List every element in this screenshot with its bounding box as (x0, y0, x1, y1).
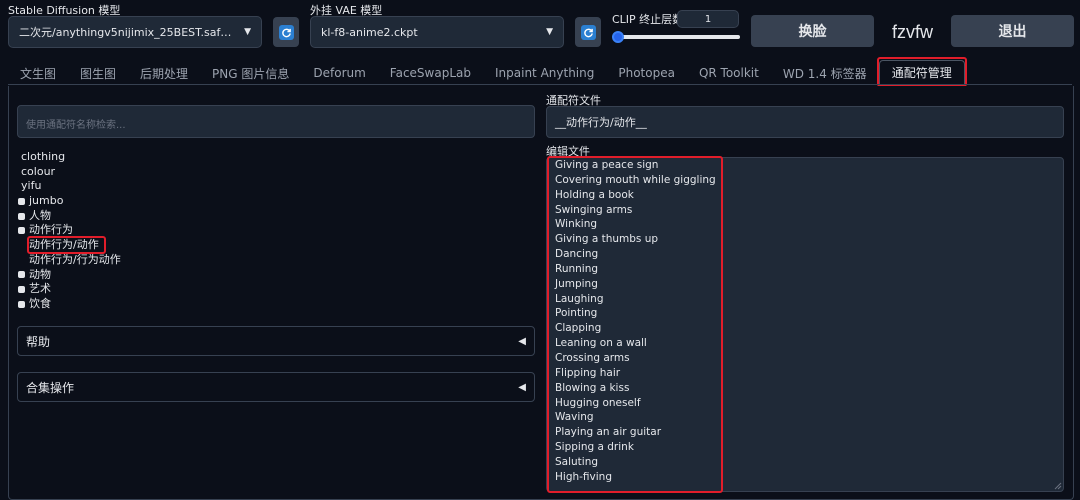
tree-folder[interactable]: 艺术 (18, 282, 318, 297)
collapse-triangle-icon: ◀ (518, 381, 526, 393)
sd-model-select[interactable]: 二次元/anythingv5nijimix_25BEST.safetensors… (8, 16, 262, 48)
tab-photopea[interactable]: Photopea (606, 62, 687, 84)
vae-select[interactable]: kl-f8-anime2.ckpt ▼ (310, 16, 564, 48)
chevron-down-icon: ▼ (244, 27, 251, 37)
tree-item[interactable]: yifu (18, 179, 318, 194)
vae-value: kl-f8-anime2.ckpt (321, 25, 418, 39)
wildcard-file-field[interactable]: __动作行为/动作__ (546, 106, 1064, 138)
highlight-box (547, 156, 723, 493)
tree-item-label: clothing (21, 150, 66, 163)
face-swap-button[interactable]: 换脸 (751, 15, 874, 47)
tree-folder[interactable]: 人物 (18, 209, 318, 224)
tab-qr-toolkit[interactable]: QR Toolkit (687, 62, 771, 84)
tab-wildcard-manager[interactable]: 通配符管理 (876, 57, 967, 87)
refresh-icon (278, 24, 294, 40)
tree-item-label: 饮食 (29, 296, 51, 310)
tree-item[interactable]: 动作行为/行为动作 (18, 253, 318, 268)
tree-item-label: jumbo (29, 194, 64, 208)
wildcard-tree: clothing colour yifu jumbo 人物 动作行为 动作行为/… (18, 150, 318, 312)
user-name: fzvfw (892, 22, 934, 42)
tree-item-label: yifu (21, 179, 42, 193)
tree-item-label: 动作行为/行为动作 (29, 252, 121, 266)
tree-item-label: 人物 (29, 208, 51, 222)
tab-bar: 文生图 图生图 后期处理 PNG 图片信息 Deforum FaceSwapLa… (8, 57, 967, 87)
folder-bullet-icon (18, 300, 25, 308)
tab-img2img[interactable]: 图生图 (68, 62, 128, 84)
tree-item[interactable]: clothing (18, 150, 318, 165)
clip-slider-track[interactable] (614, 35, 740, 39)
help-accordion-label: 帮助 (26, 334, 51, 349)
sd-model-refresh-button[interactable] (273, 17, 299, 47)
folder-bullet-icon (18, 212, 25, 220)
tree-folder[interactable]: 动物 (18, 268, 318, 283)
collection-accordion[interactable]: 合集操作 ◀ (17, 372, 535, 402)
folder-bullet-icon (18, 271, 25, 279)
tab-divider (8, 84, 1072, 85)
clip-label: CLIP 终止层数 (612, 13, 684, 26)
tab-wd14-tagger[interactable]: WD 1.4 标签器 (771, 62, 879, 84)
clip-slider-thumb[interactable] (612, 31, 624, 43)
tree-item-selected[interactable]: 动作行为/动作 (18, 236, 318, 255)
chevron-down-icon: ▼ (546, 27, 553, 37)
tree-item-label: 动物 (29, 267, 51, 281)
tree-folder[interactable]: 饮食 (18, 297, 318, 312)
tab-txt2img[interactable]: 文生图 (8, 62, 68, 84)
sd-model-value: 二次元/anythingv5nijimix_25BEST.safetensors… (19, 26, 239, 39)
tab-inpaint-anything[interactable]: Inpaint Anything (483, 62, 606, 84)
folder-bullet-icon (18, 227, 25, 235)
wildcard-search-input[interactable]: 使用通配符名称检索... (17, 105, 535, 138)
highlight-box (27, 236, 106, 255)
tree-item-label: colour (21, 164, 56, 178)
tab-faceswaplab[interactable]: FaceSwapLab (378, 62, 483, 84)
tab-extras[interactable]: 后期处理 (128, 62, 200, 84)
vae-refresh-button[interactable] (575, 17, 601, 47)
tab-png-info[interactable]: PNG 图片信息 (200, 62, 301, 84)
clip-number-input[interactable]: 1 (677, 10, 739, 28)
tree-item-label: 艺术 (29, 282, 51, 296)
tree-item[interactable]: colour (18, 165, 318, 180)
resize-handle-icon (1054, 482, 1062, 490)
folder-bullet-icon (18, 197, 25, 205)
folder-bullet-icon (18, 286, 25, 294)
tab-deforum[interactable]: Deforum (301, 62, 377, 84)
help-accordion[interactable]: 帮助 ◀ (17, 326, 535, 356)
logout-button[interactable]: 退出 (951, 15, 1074, 47)
refresh-icon (580, 24, 596, 40)
tree-folder[interactable]: jumbo (18, 194, 318, 209)
collapse-triangle-icon: ◀ (518, 335, 526, 347)
collection-accordion-label: 合集操作 (26, 380, 75, 395)
tab-wildcard-manager-label: 通配符管理 (891, 66, 952, 80)
